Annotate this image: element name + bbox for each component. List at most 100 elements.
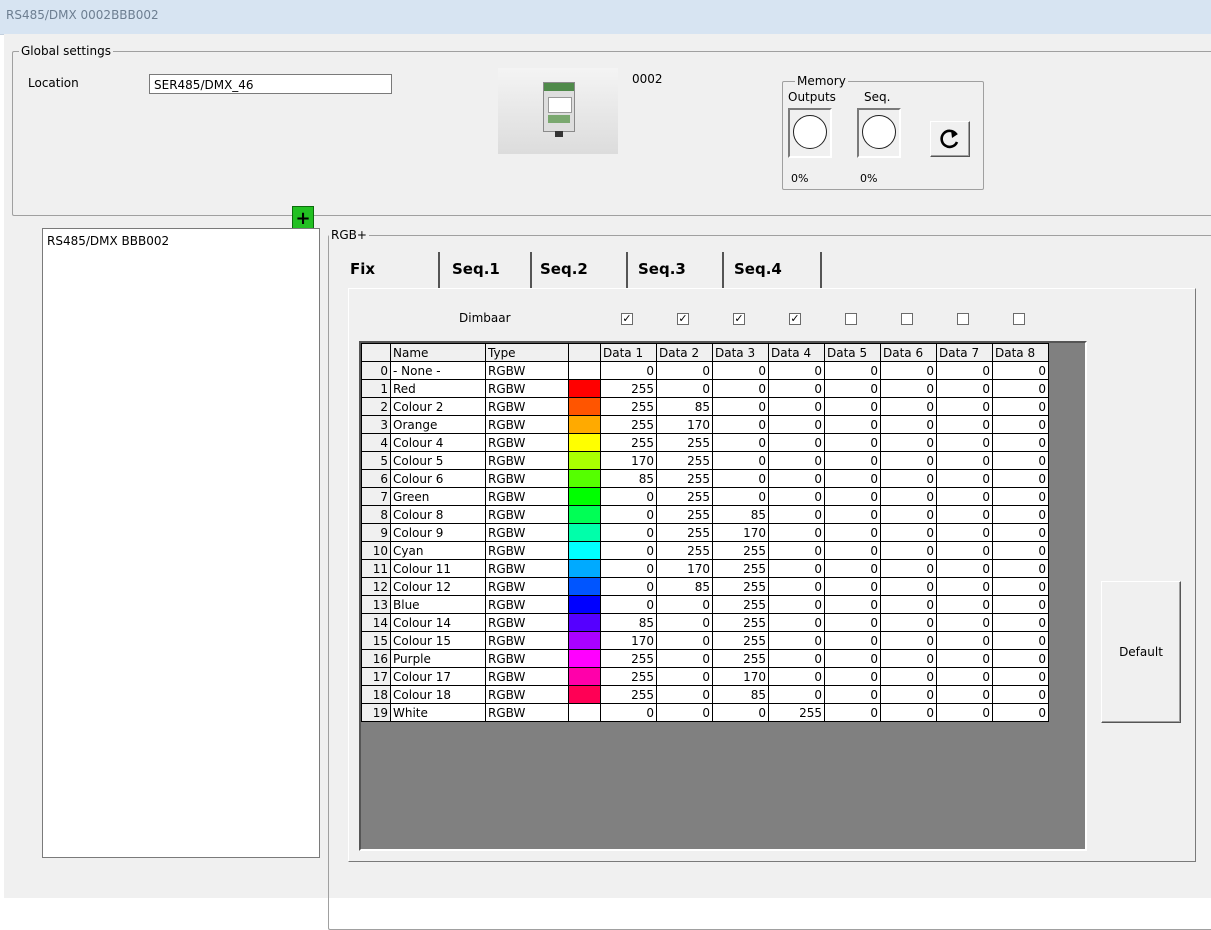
cell-name[interactable]: Cyan — [390, 541, 486, 560]
cell-data-3[interactable]: 85 — [712, 685, 769, 704]
table-row[interactable]: 16 Purple RGBW 255 0 255 0 0 0 0 0 — [361, 649, 1049, 668]
cell-data-1[interactable]: 255 — [600, 415, 657, 434]
add-button[interactable]: + — [292, 206, 314, 230]
color-swatch[interactable] — [568, 415, 601, 434]
cell-name[interactable]: Colour 8 — [390, 505, 486, 524]
cell-data-7[interactable]: 0 — [936, 577, 993, 596]
default-button[interactable]: Default — [1101, 581, 1181, 723]
cell-data-7[interactable]: 0 — [936, 451, 993, 470]
cell-name[interactable]: Colour 6 — [390, 469, 486, 488]
cell-data-2[interactable]: 0 — [656, 667, 713, 686]
cell-data-7[interactable]: 0 — [936, 415, 993, 434]
cell-data-3[interactable]: 255 — [712, 595, 769, 614]
cell-data-7[interactable]: 0 — [936, 469, 993, 488]
cell-name[interactable]: Colour 5 — [390, 451, 486, 470]
cell-data-2[interactable]: 0 — [656, 685, 713, 704]
cell-data-3[interactable]: 255 — [712, 541, 769, 560]
cell-data-8[interactable]: 0 — [992, 379, 1049, 398]
cell-data-7[interactable]: 0 — [936, 433, 993, 452]
cell-data-2[interactable]: 85 — [656, 577, 713, 596]
cell-data-4[interactable]: 0 — [768, 685, 825, 704]
table-row[interactable]: 2 Colour 2 RGBW 255 85 0 0 0 0 0 0 — [361, 397, 1049, 416]
tab-seq-1[interactable]: Seq.1 — [440, 252, 532, 288]
tab-seq-4[interactable]: Seq.4 — [724, 252, 822, 288]
table-row[interactable]: 7 Green RGBW 0 255 0 0 0 0 0 0 — [361, 487, 1049, 506]
color-swatch[interactable] — [568, 631, 601, 650]
cell-data-3[interactable]: 0 — [712, 451, 769, 470]
cell-type[interactable]: RGBW — [485, 649, 569, 668]
cell-data-4[interactable]: 0 — [768, 451, 825, 470]
cell-name[interactable]: Blue — [390, 595, 486, 614]
cell-data-3[interactable]: 255 — [712, 649, 769, 668]
cell-data-1[interactable]: 255 — [600, 667, 657, 686]
cell-data-8[interactable]: 0 — [992, 559, 1049, 578]
cell-data-6[interactable]: 0 — [880, 541, 937, 560]
cell-data-5[interactable]: 0 — [824, 577, 881, 596]
cell-data-6[interactable]: 0 — [880, 613, 937, 632]
cell-data-8[interactable]: 0 — [992, 649, 1049, 668]
cell-data-1[interactable]: 85 — [600, 469, 657, 488]
cell-data-7[interactable]: 0 — [936, 703, 993, 722]
cell-data-3[interactable]: 0 — [712, 397, 769, 416]
cell-data-3[interactable]: 0 — [712, 469, 769, 488]
cell-data-3[interactable]: 0 — [712, 433, 769, 452]
module-list-item[interactable]: RS485/DMX BBB002 — [43, 229, 319, 248]
cell-name[interactable]: Purple — [390, 649, 486, 668]
cell-type[interactable]: RGBW — [485, 703, 569, 722]
cell-data-5[interactable]: 0 — [824, 487, 881, 506]
cell-data-3[interactable]: 0 — [712, 361, 769, 380]
cell-name[interactable]: Colour 18 — [390, 685, 486, 704]
cell-data-6[interactable]: 0 — [880, 361, 937, 380]
table-row[interactable]: 0- None - RGBW 0 0 0 0 0 0 0 0 — [361, 361, 1049, 380]
table-row[interactable]: 15 Colour 15 RGBW 170 0 255 0 0 0 0 0 — [361, 631, 1049, 650]
cell-data-1[interactable]: 255 — [600, 433, 657, 452]
cell-data-5[interactable]: 0 — [824, 631, 881, 650]
cell-data-4[interactable]: 0 — [768, 559, 825, 578]
cell-data-3[interactable]: 255 — [712, 559, 769, 578]
cell-data-5[interactable]: 0 — [824, 397, 881, 416]
table-row[interactable]: 3 Orange RGBW 255 170 0 0 0 0 0 0 — [361, 415, 1049, 434]
cell-data-6[interactable]: 0 — [880, 577, 937, 596]
cell-data-6[interactable]: 0 — [880, 595, 937, 614]
cell-data-5[interactable]: 0 — [824, 541, 881, 560]
table-row[interactable]: 19 White RGBW 0 0 0 255 0 0 0 0 — [361, 703, 1049, 722]
table-row[interactable]: 12 Colour 12 RGBW 0 85 255 0 0 0 0 0 — [361, 577, 1049, 596]
cell-data-7[interactable]: 0 — [936, 685, 993, 704]
cell-data-1[interactable]: 0 — [600, 559, 657, 578]
cell-data-4[interactable]: 0 — [768, 613, 825, 632]
cell-data-1[interactable]: 0 — [600, 595, 657, 614]
cell-data-2[interactable]: 0 — [656, 595, 713, 614]
cell-data-1[interactable]: 170 — [600, 631, 657, 650]
cell-data-6[interactable]: 0 — [880, 397, 937, 416]
cell-data-2[interactable]: 170 — [656, 415, 713, 434]
cell-data-4[interactable]: 0 — [768, 361, 825, 380]
cell-data-1[interactable]: 255 — [600, 397, 657, 416]
cell-data-4[interactable]: 255 — [768, 703, 825, 722]
tab-seq-3[interactable]: Seq.3 — [628, 252, 724, 288]
cell-type[interactable]: RGBW — [485, 361, 569, 380]
cell-data-8[interactable]: 0 — [992, 361, 1049, 380]
cell-data-6[interactable]: 0 — [880, 703, 937, 722]
cell-data-5[interactable]: 0 — [824, 523, 881, 542]
cell-data-7[interactable]: 0 — [936, 595, 993, 614]
cell-data-2[interactable]: 255 — [656, 469, 713, 488]
color-swatch[interactable] — [568, 577, 601, 596]
cell-data-5[interactable]: 0 — [824, 703, 881, 722]
refresh-button[interactable] — [930, 121, 970, 157]
table-row[interactable]: 14 Colour 14 RGBW 85 0 255 0 0 0 0 0 — [361, 613, 1049, 632]
cell-data-5[interactable]: 0 — [824, 415, 881, 434]
table-row[interactable]: 6 Colour 6 RGBW 85 255 0 0 0 0 0 0 — [361, 469, 1049, 488]
cell-data-4[interactable]: 0 — [768, 541, 825, 560]
cell-name[interactable]: - None - — [390, 361, 486, 380]
cell-name[interactable]: Green — [390, 487, 486, 506]
cell-data-2[interactable]: 85 — [656, 397, 713, 416]
dimbaar-checkbox-1[interactable]: ✓ — [621, 313, 633, 325]
cell-data-1[interactable]: 0 — [600, 523, 657, 542]
cell-data-7[interactable]: 0 — [936, 361, 993, 380]
cell-name[interactable]: Colour 14 — [390, 613, 486, 632]
colour-table[interactable]: Name Type Data 1 Data 2 Data 3 Data 4 Data 5 Da… — [361, 343, 1049, 722]
table-row[interactable]: 10 Cyan RGBW 0 255 255 0 0 0 0 0 — [361, 541, 1049, 560]
cell-name[interactable]: White — [390, 703, 486, 722]
cell-data-2[interactable]: 255 — [656, 487, 713, 506]
tab-fix[interactable]: Fix — [348, 252, 440, 288]
